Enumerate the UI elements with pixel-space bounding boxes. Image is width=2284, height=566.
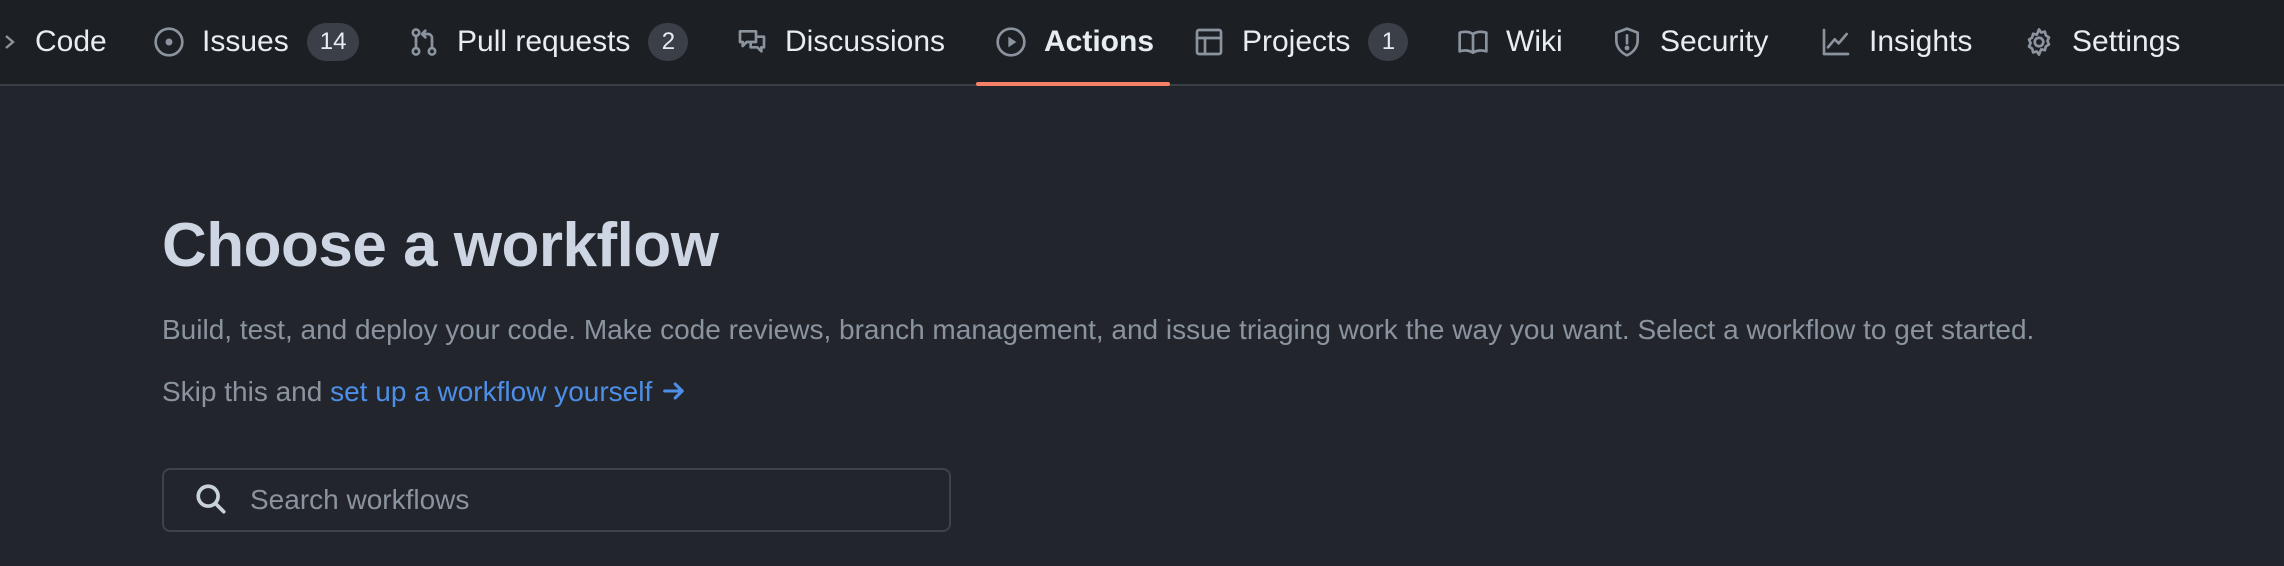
shield-icon xyxy=(1610,25,1644,59)
repo-nav-bar: Code Issues 14 Pull requests 2 Discussio… xyxy=(0,0,2284,86)
search-icon xyxy=(194,482,230,518)
gear-icon xyxy=(2022,25,2056,59)
projects-count-badge: 1 xyxy=(1368,23,1409,61)
tab-security[interactable]: Security xyxy=(1610,0,1768,84)
tab-code[interactable]: Code xyxy=(35,0,107,84)
setup-workflow-yourself-link[interactable]: set up a workflow yourself xyxy=(330,376,688,407)
tab-label: Insights xyxy=(1869,25,1973,58)
tab-insights[interactable]: Insights xyxy=(1819,0,1972,84)
play-icon xyxy=(994,25,1028,59)
tab-label: Discussions xyxy=(785,25,946,58)
chevron-right-icon[interactable] xyxy=(0,26,20,58)
tab-projects[interactable]: Projects 1 xyxy=(1192,0,1409,84)
setup-workflow-link-label: set up a workflow yourself xyxy=(330,376,653,407)
skip-prefix: Skip this and xyxy=(162,376,331,407)
comment-discussion-icon xyxy=(735,25,769,59)
arrow-right-icon xyxy=(660,377,688,405)
tab-discussions[interactable]: Discussions xyxy=(735,0,945,84)
tab-label: Security xyxy=(1660,25,1769,58)
search-workflows-input[interactable] xyxy=(248,471,949,529)
book-icon xyxy=(1456,25,1490,59)
graph-icon xyxy=(1819,25,1853,59)
tab-label: Issues xyxy=(202,25,289,58)
search-workflows-box[interactable] xyxy=(162,468,951,532)
issue-opened-icon xyxy=(152,25,186,59)
table-icon xyxy=(1192,25,1226,59)
pull-requests-count-badge: 2 xyxy=(648,23,689,61)
tab-settings[interactable]: Settings xyxy=(2022,0,2180,84)
tab-actions[interactable]: Actions xyxy=(975,0,1171,86)
tab-label: Pull requests xyxy=(457,25,631,58)
tab-wiki[interactable]: Wiki xyxy=(1456,0,1563,84)
page-title: Choose a workflow xyxy=(162,211,719,280)
tab-pull-requests[interactable]: Pull requests 2 xyxy=(407,0,689,84)
skip-line: Skip this and set up a workflow yourself xyxy=(162,376,688,408)
tab-label: Code xyxy=(35,25,107,58)
page-description: Build, test, and deploy your code. Make … xyxy=(162,314,2035,345)
tab-label: Wiki xyxy=(1506,25,1563,58)
tab-label: Projects xyxy=(1242,25,1351,58)
tab-issues[interactable]: Issues 14 xyxy=(152,0,360,84)
tab-label: Settings xyxy=(2072,25,2181,58)
tab-label: Actions xyxy=(1044,25,1155,58)
git-pull-request-icon xyxy=(407,25,441,59)
issues-count-badge: 14 xyxy=(306,23,360,61)
